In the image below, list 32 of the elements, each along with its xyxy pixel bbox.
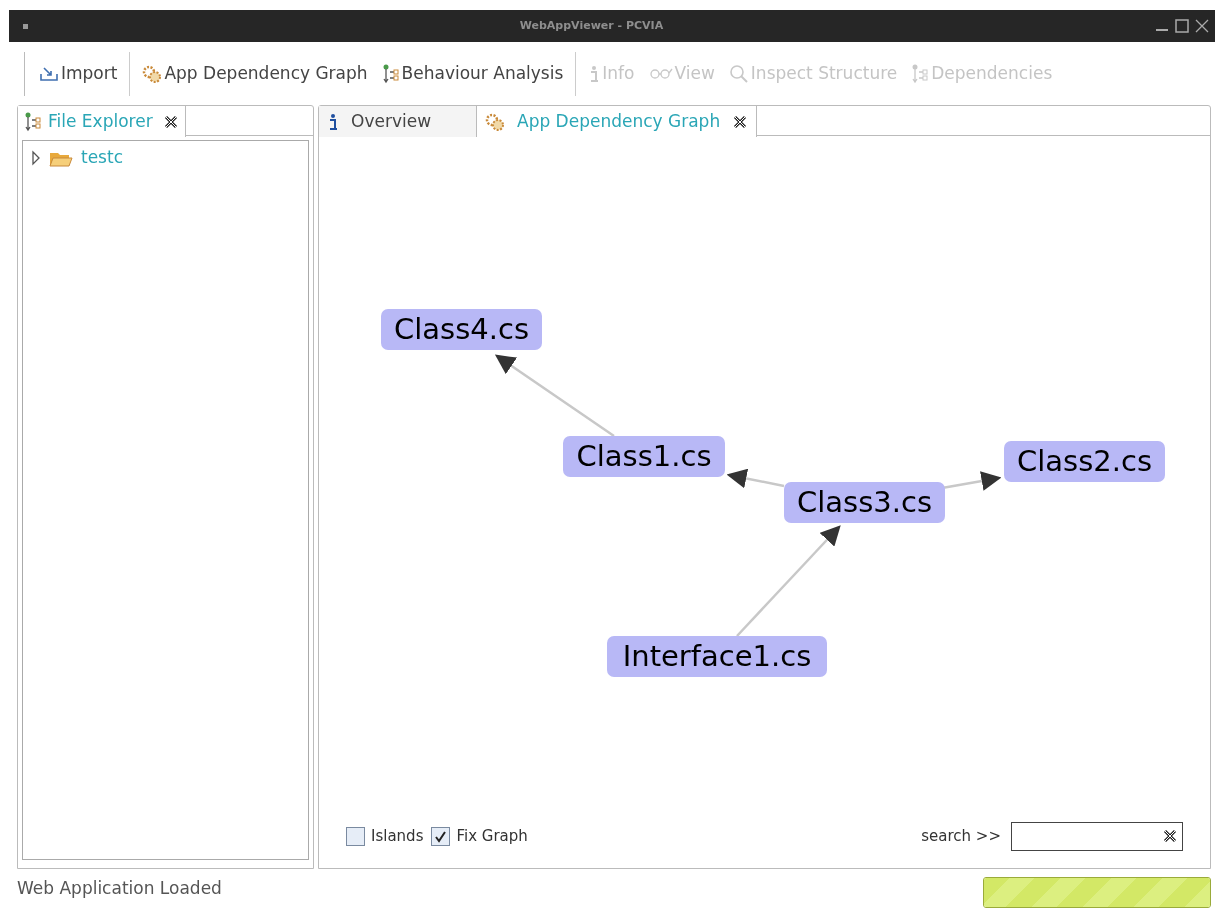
graph-node[interactable]: Class4.cs bbox=[381, 309, 542, 350]
info-icon bbox=[327, 112, 339, 131]
option-checkbox[interactable]: Islands bbox=[346, 824, 424, 848]
clear-icon[interactable] bbox=[1162, 828, 1178, 844]
maximize-icon[interactable] bbox=[1175, 19, 1189, 33]
close-icon[interactable] bbox=[162, 113, 179, 130]
toolbar-button[interactable]: App Dependency Graph bbox=[142, 61, 368, 87]
graph-node[interactable]: Class1.cs bbox=[563, 436, 725, 477]
gears-icon bbox=[142, 65, 163, 83]
editor-tab[interactable]: Overview bbox=[319, 106, 477, 137]
search-icon bbox=[728, 64, 749, 84]
option-checkbox[interactable]: Fix Graph bbox=[431, 824, 528, 848]
checkmark-icon bbox=[434, 829, 448, 843]
info-icon bbox=[588, 65, 601, 83]
graph-node[interactable]: Interface1.cs bbox=[607, 636, 827, 677]
close-icon[interactable] bbox=[732, 113, 749, 130]
status-message: Web Application Loaded bbox=[17, 877, 222, 900]
dependency-arrow bbox=[726, 468, 785, 489]
graph-node[interactable]: Class3.cs bbox=[784, 482, 945, 523]
search-field[interactable] bbox=[1011, 821, 1183, 851]
toolbar-button[interactable]: Behaviour Analysis bbox=[381, 61, 564, 87]
gears-icon bbox=[485, 112, 505, 131]
import-icon bbox=[39, 66, 59, 82]
tree-icon bbox=[381, 64, 400, 84]
window-title: WebAppViewer - PCVIA bbox=[518, 17, 665, 34]
expand-arrow-icon[interactable] bbox=[31, 149, 41, 166]
toolbar-button[interactable]: Import bbox=[39, 61, 118, 87]
search-label: search >> bbox=[921, 825, 1001, 847]
tree-icon bbox=[911, 64, 930, 84]
graph-node[interactable]: Class2.cs bbox=[1004, 441, 1165, 482]
tree-icon bbox=[24, 111, 42, 132]
close-icon[interactable] bbox=[1195, 19, 1209, 33]
